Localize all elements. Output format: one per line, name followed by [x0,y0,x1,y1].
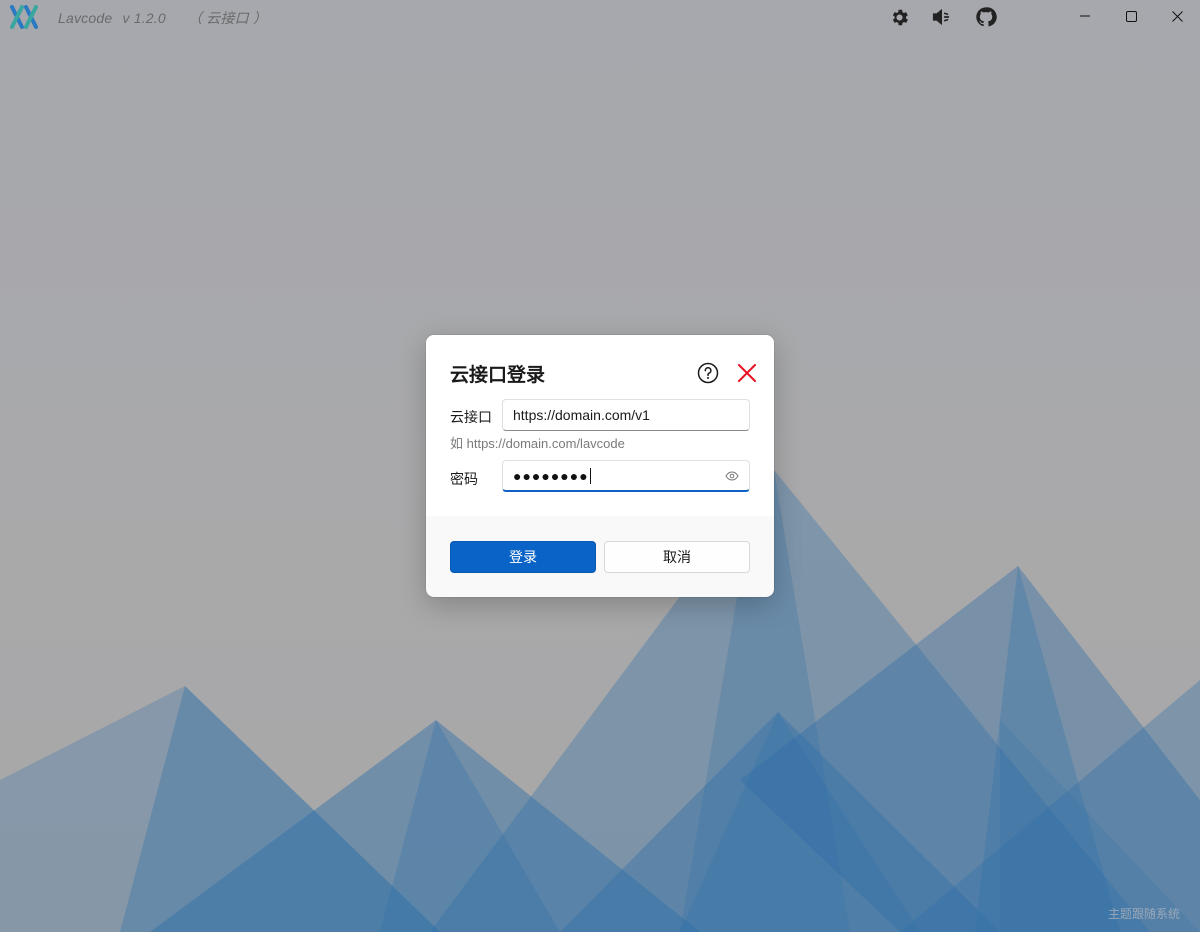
minimize-icon [1080,15,1090,17]
settings-button[interactable] [886,5,912,29]
api-label: 云接口 [450,409,492,425]
maximize-icon [1125,10,1137,22]
maximize-button[interactable] [1108,0,1154,32]
gear-icon [892,9,908,25]
password-value: ●●●●●●●● [513,467,589,484]
dialog-close-icon[interactable] [737,363,757,383]
dialog-body: 云接口登录 云接口 https://domain.com/v1 如 https:… [426,335,774,516]
text-caret [589,467,591,484]
minimize-button[interactable] [1062,0,1108,32]
reveal-password-icon[interactable] [725,470,739,482]
github-button[interactable] [973,5,999,29]
login-button[interactable]: 登录 [450,541,596,573]
title-bar: Lavcode v 1.2.0 （ 云接口 ） [0,0,1200,34]
lavcode-logo-icon [10,5,38,29]
cloud-login-dialog: 云接口登录 云接口 https://domain.com/v1 如 https:… [426,335,774,597]
app-title: Lavcode v 1.2.0 （ 云接口 ） [58,8,273,28]
window-close-button[interactable] [1154,0,1200,32]
speaker-muted-icon [932,8,950,26]
app-name: Lavcode [58,10,113,26]
cancel-button[interactable]: 取消 [604,541,750,573]
api-url-input[interactable]: https://domain.com/v1 [502,399,750,431]
github-icon [976,7,997,27]
api-hint: 如 https://domain.com/lavcode [450,436,625,451]
close-icon [1171,10,1183,22]
api-url-value: https://domain.com/v1 [513,407,650,423]
help-icon[interactable] [697,362,719,384]
app-version: v 1.2.0 [122,10,166,26]
password-input[interactable]: ●●●●●●●● [502,460,750,492]
app-mode: （ 云接口 ） [187,10,268,26]
password-label: 密码 [450,471,478,487]
theme-status-text: 主题跟随系统 [1107,907,1180,921]
sound-toggle-button[interactable] [929,5,955,29]
dialog-title: 云接口登录 [450,365,546,386]
app-window: Lavcode v 1.2.0 （ 云接口 ） 云接口登录 云接口 https:… [0,0,1200,932]
